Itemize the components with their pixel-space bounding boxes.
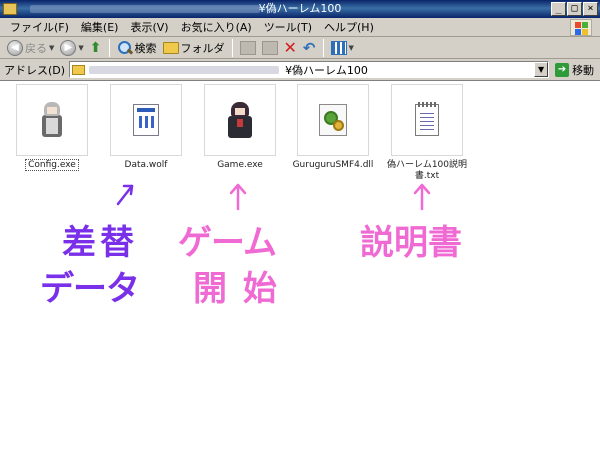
back-label: 戻る xyxy=(25,41,47,55)
file-name: GuruguruSMF4.dll xyxy=(292,160,374,170)
menu-favorites[interactable]: お気に入り(A) xyxy=(175,18,258,37)
file-thumbnail[interactable] xyxy=(16,84,88,156)
menu-bar: ファイル(F) 編集(E) 表示(V) お気に入り(A) ツール(T) ヘルプ(… xyxy=(0,18,600,37)
toolbar: ◀ 戻る ▼ ▶ ▼ ⬆ 検索 フォルダ ✕ ↶ ▼ xyxy=(0,37,600,59)
annotation-game-line1: ゲーム xyxy=(178,223,277,263)
folder-icon xyxy=(72,64,86,75)
go-button[interactable]: ➔ 移動 xyxy=(555,62,594,78)
file-name: Game.exe xyxy=(217,160,263,170)
file-item-data-wolf[interactable]: Data.wolf xyxy=(101,84,191,171)
forward-arrow-icon: ▶ xyxy=(60,39,77,56)
chevron-down-icon: ▼ xyxy=(78,43,84,52)
close-button[interactable]: × xyxy=(583,2,598,16)
forward-button[interactable]: ▶ ▼ xyxy=(58,38,85,58)
file-thumbnail[interactable] xyxy=(297,84,369,156)
toolbar-divider xyxy=(322,38,324,57)
go-arrow-icon: ➔ xyxy=(555,62,570,77)
back-button[interactable]: ◀ 戻る ▼ xyxy=(5,38,56,58)
up-folder-button[interactable]: ⬆ xyxy=(88,38,104,58)
window-title: ¥偽ハーレム100 xyxy=(258,2,342,15)
file-item-readme[interactable]: 偽ハーレム100説明書.txt xyxy=(382,84,472,182)
annotation-data-line2: データ xyxy=(40,269,140,309)
move-to-button[interactable] xyxy=(238,38,258,58)
pink-arrow-icon xyxy=(413,183,431,211)
search-icon xyxy=(117,40,133,56)
toolbar-divider xyxy=(108,38,110,57)
annotation-data-line1: 差替 xyxy=(62,223,138,263)
move-to-icon xyxy=(239,40,256,55)
copy-to-button[interactable] xyxy=(260,38,280,58)
go-label: 移動 xyxy=(572,63,595,77)
address-input[interactable]: ¥偽ハーレム100 ▼ xyxy=(69,61,550,78)
text-file-icon xyxy=(415,102,439,136)
address-dropdown-button[interactable]: ▼ xyxy=(534,62,549,77)
menu-tools[interactable]: ツール(T) xyxy=(258,18,318,37)
views-icon xyxy=(330,40,347,55)
menu-help[interactable]: ヘルプ(H) xyxy=(318,18,380,37)
delete-x-icon: ✕ xyxy=(283,37,297,57)
blurred-path xyxy=(89,65,280,74)
folders-button[interactable]: フォルダ xyxy=(161,38,227,58)
views-button[interactable]: ▼ xyxy=(329,38,356,58)
file-thumbnail[interactable] xyxy=(204,84,276,156)
undo-icon: ↶ xyxy=(302,38,316,57)
address-label: アドレス(D) xyxy=(4,63,66,77)
chevron-down-icon: ▼ xyxy=(348,43,354,52)
purple-arrow-icon xyxy=(116,184,134,206)
menu-view[interactable]: 表示(V) xyxy=(124,18,174,37)
toolbar-divider xyxy=(231,38,233,57)
title-bar[interactable]: ¥偽ハーレム100 _ □ × xyxy=(0,0,600,18)
file-list-pane[interactable]: Config.exe Data.wolf Game.exe GuruguruSM… xyxy=(0,81,600,450)
menu-file[interactable]: ファイル(F) xyxy=(4,18,75,37)
minimize-button[interactable]: _ xyxy=(551,2,566,16)
copy-to-icon xyxy=(261,40,278,55)
file-name: Data.wolf xyxy=(124,160,168,170)
delete-button[interactable]: ✕ xyxy=(282,38,299,58)
maximize-button[interactable]: □ xyxy=(567,2,582,16)
annotation-game-line2: 開 始 xyxy=(193,269,279,309)
annotation-readme: 説明書 xyxy=(360,223,462,263)
file-thumbnail[interactable] xyxy=(391,84,463,156)
windows-logo-icon xyxy=(570,19,592,36)
address-bar: アドレス(D) ¥偽ハーレム100 ▼ ➔ 移動 xyxy=(0,59,600,81)
file-name: Config.exe xyxy=(7,159,97,171)
chevron-down-icon: ▼ xyxy=(49,43,55,52)
document-icon xyxy=(133,104,159,136)
search-button[interactable]: 検索 xyxy=(115,38,159,58)
pink-arrow-icon xyxy=(229,183,247,211)
dll-icon xyxy=(319,104,347,136)
search-label: 検索 xyxy=(134,41,157,55)
file-item-dll[interactable]: GuruguruSMF4.dll xyxy=(288,84,378,171)
back-arrow-icon: ◀ xyxy=(7,39,23,56)
file-item-config[interactable]: Config.exe xyxy=(7,84,97,171)
menu-edit[interactable]: 編集(E) xyxy=(75,18,125,37)
folders-label: フォルダ xyxy=(180,41,225,55)
sprite-grey-character-icon xyxy=(39,102,65,138)
up-arrow-icon: ⬆ xyxy=(89,39,102,56)
file-name: 偽ハーレム100説明書.txt xyxy=(387,160,467,181)
file-item-game[interactable]: Game.exe xyxy=(195,84,285,171)
undo-button[interactable]: ↶ xyxy=(301,38,318,58)
folder-icon xyxy=(162,41,179,54)
address-path: ¥偽ハーレム100 xyxy=(285,63,368,77)
sprite-dark-character-icon xyxy=(226,102,254,138)
window-controls: _ □ × xyxy=(551,2,598,16)
file-thumbnail[interactable] xyxy=(110,84,182,156)
